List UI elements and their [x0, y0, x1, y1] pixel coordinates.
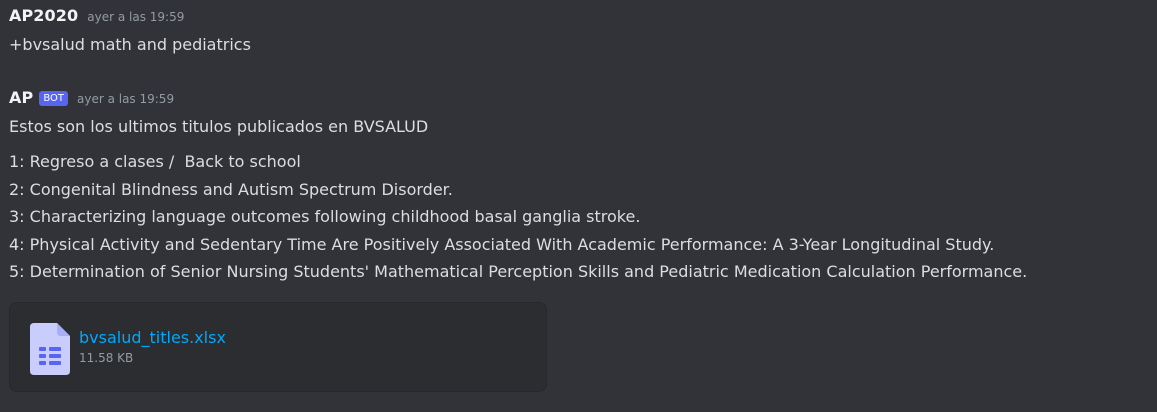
timestamp[interactable]: ayer a las 19:59 [87, 10, 184, 24]
message-intro: Estos son los ultimos titulos publicados… [9, 117, 429, 136]
message-header: AP BOT ayer a las 19:59 [9, 88, 1027, 112]
file-attachment[interactable]: bvsalud_titles.xlsx 11.58 KB [9, 302, 547, 392]
message-bot: AP BOT ayer a las 19:59 Estos son los ul… [9, 88, 1027, 286]
list-item: 1: Regreso a clases / Back to school [9, 152, 301, 171]
username[interactable]: AP2020 [9, 6, 78, 25]
file-name-link[interactable]: bvsalud_titles.xlsx [79, 328, 226, 347]
spreadsheet-file-icon [30, 323, 70, 375]
timestamp[interactable]: ayer a las 19:59 [77, 92, 174, 106]
list-item: 4: Physical Activity and Sedentary Time … [9, 234, 995, 254]
username[interactable]: AP [9, 88, 33, 107]
message-user: AP2020 ayer a las 19:59 +bvsalud math an… [9, 6, 251, 56]
file-size: 11.58 KB [79, 351, 134, 365]
message-header: AP2020 ayer a las 19:59 [9, 6, 251, 30]
list-item: 5: Determination of Senior Nursing Stude… [9, 262, 1028, 281]
title-list: 1: Regreso a clases / Back to school 2: … [9, 148, 1027, 286]
list-item: 2: Congenital Blindness and Autism Spect… [9, 179, 453, 199]
message-text: +bvsalud math and pediatrics [9, 35, 251, 54]
list-item: 3: Characterizing language outcomes foll… [9, 207, 641, 226]
bot-tag: BOT [39, 91, 68, 106]
